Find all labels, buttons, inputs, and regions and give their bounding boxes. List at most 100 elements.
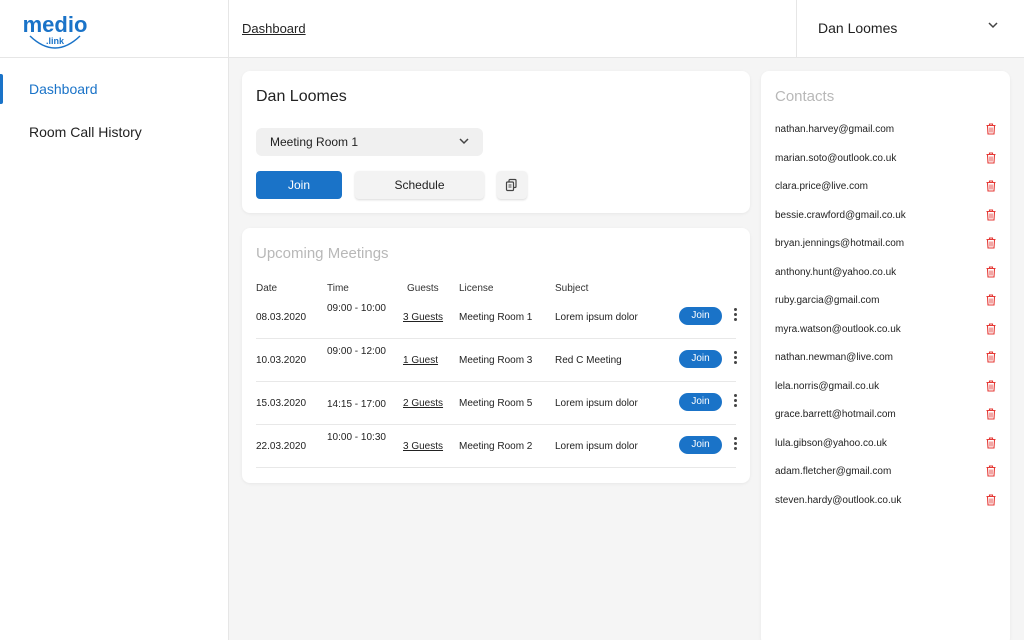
more-options-icon[interactable] — [732, 307, 738, 325]
contact-item: lela.norris@gmail.co.uk — [775, 378, 1000, 398]
sidebar-item-dashboard[interactable]: Dashboard — [0, 74, 229, 104]
meeting-subject: Lorem ipsum dolor — [555, 312, 638, 323]
more-options-icon[interactable] — [732, 393, 738, 411]
meeting-join-button[interactable]: Join — [679, 436, 722, 454]
upcoming-meetings-card: Upcoming Meetings Date Time Guests Licen… — [242, 228, 750, 483]
contact-email: ruby.garcia@gmail.com — [775, 295, 880, 306]
contact-item: nathan.newman@live.com — [775, 349, 1000, 369]
contact-email: bessie.crawford@gmail.co.uk — [775, 209, 906, 221]
meeting-join-button[interactable]: Join — [679, 393, 722, 411]
table-row: 15.03.2020 14:15 - 17:00 2 Guests Meetin… — [256, 382, 738, 425]
contacts-title: Contacts — [775, 88, 835, 105]
chevron-down-icon — [988, 22, 998, 29]
meeting-subject: Red C Meeting — [555, 355, 622, 366]
table-row: 22.03.2020 10:00 - 10:30 3 Guests Meetin… — [256, 425, 738, 468]
meeting-time: 14:15 - 17:00 — [327, 399, 386, 410]
copy-icon — [505, 178, 517, 192]
table-row: 08.03.2020 09:00 - 10:00 3 Guests Meetin… — [256, 296, 738, 339]
contact-item: grace.barrett@hotmail.com — [775, 406, 1000, 426]
contact-item: lula.gibson@yahoo.co.uk — [775, 435, 1000, 455]
trash-icon[interactable] — [986, 208, 996, 221]
contact-email: myra.watson@outlook.co.uk — [775, 323, 901, 335]
trash-icon[interactable] — [986, 408, 996, 420]
sidebar: Dashboard Room Call History — [0, 58, 229, 640]
sidebar-item-room-call-history[interactable]: Room Call History — [0, 117, 229, 147]
contact-email: marian.soto@outlook.co.uk — [775, 152, 897, 164]
trash-icon[interactable] — [986, 351, 996, 363]
contact-email: lula.gibson@yahoo.co.uk — [775, 437, 887, 449]
user-name: Dan Loomes — [818, 20, 898, 36]
meeting-license: Meeting Room 1 — [459, 312, 533, 323]
trash-icon[interactable] — [986, 123, 996, 135]
copy-link-button[interactable] — [497, 171, 527, 199]
meeting-subject: Lorem ipsum dolor — [555, 398, 638, 409]
contact-email: nathan.newman@live.com — [775, 352, 893, 363]
contact-email: anthony.hunt@yahoo.co.uk — [775, 266, 897, 278]
contact-email: clara.price@live.com — [775, 181, 868, 192]
trash-icon[interactable] — [986, 322, 996, 335]
meeting-date: 08.03.2020 — [256, 312, 307, 323]
contact-email: nathan.harvey@gmail.com — [775, 124, 895, 135]
meeting-join-button[interactable]: Join — [679, 350, 722, 368]
column-header-subject: Subject — [555, 283, 589, 294]
contact-item: ruby.garcia@gmail.com — [775, 292, 1000, 312]
column-header-guests: Guests — [407, 283, 439, 294]
meeting-license: Meeting Room 5 — [459, 398, 533, 409]
meeting-guests-link[interactable]: 3 Guests — [403, 441, 443, 452]
contact-item: nathan.harvey@gmail.com — [775, 121, 1000, 141]
trash-icon[interactable] — [986, 379, 996, 392]
trash-icon[interactable] — [986, 436, 996, 449]
contact-email: steven.hardy@outlook.co.uk — [775, 494, 902, 506]
meeting-time: 10:00 - 10:30 — [327, 432, 386, 443]
breadcrumb-dashboard[interactable]: Dashboard — [242, 21, 306, 36]
contact-item: steven.hardy@outlook.co.uk — [775, 492, 1000, 512]
sidebar-item-label: Dashboard — [29, 81, 98, 97]
logo-area: medio .link — [0, 0, 229, 58]
meeting-date: 10.03.2020 — [256, 355, 307, 366]
trash-icon[interactable] — [986, 237, 996, 249]
join-button[interactable]: Join — [256, 171, 342, 199]
contact-item: bryan.jennings@hotmail.com — [775, 235, 1000, 255]
logo-text: medio — [23, 12, 88, 37]
more-options-icon[interactable] — [732, 436, 738, 454]
contacts-card: Contacts nathan.harvey@gmail.com marian.s… — [761, 71, 1010, 640]
meeting-license: Meeting Room 2 — [459, 441, 533, 452]
meeting-license: Meeting Room 3 — [459, 355, 533, 366]
column-header-time: Time — [327, 283, 349, 294]
room-select[interactable]: Meeting Room 1 — [256, 128, 483, 156]
contact-item: adam.fletcher@gmail.com — [775, 463, 1000, 483]
contact-email: bryan.jennings@hotmail.com — [775, 238, 905, 249]
trash-icon[interactable] — [986, 294, 996, 306]
contact-email: lela.norris@gmail.co.uk — [775, 380, 880, 392]
contact-item: marian.soto@outlook.co.uk — [775, 150, 1000, 170]
trash-icon[interactable] — [986, 151, 996, 164]
contact-email: adam.fletcher@gmail.com — [775, 466, 892, 477]
trash-icon[interactable] — [986, 265, 996, 278]
meeting-guests-link[interactable]: 2 Guests — [403, 398, 443, 409]
meeting-date: 15.03.2020 — [256, 398, 307, 409]
sidebar-item-label: Room Call History — [29, 124, 142, 140]
contact-email: grace.barrett@hotmail.com — [775, 409, 896, 420]
meeting-guests-link[interactable]: 3 Guests — [403, 312, 443, 323]
meeting-time: 09:00 - 12:00 — [327, 346, 386, 357]
room-select-value: Meeting Room 1 — [270, 135, 359, 149]
meeting-time: 09:00 - 10:00 — [327, 303, 386, 314]
room-card-title: Dan Loomes — [256, 88, 347, 105]
table-row: 10.03.2020 09:00 - 12:00 1 Guest Meeting… — [256, 339, 738, 382]
top-bar: Dashboard Dan Loomes — [229, 0, 1024, 58]
logo-sub: .link — [46, 36, 65, 46]
chevron-down-icon — [459, 138, 469, 145]
meeting-guests-link[interactable]: 1 Guest — [403, 355, 438, 366]
trash-icon[interactable] — [986, 493, 996, 506]
meeting-join-button[interactable]: Join — [679, 307, 722, 325]
more-options-icon[interactable] — [732, 350, 738, 368]
upcoming-meetings-title: Upcoming Meetings — [256, 245, 389, 262]
column-header-license: License — [459, 283, 494, 294]
schedule-button[interactable]: Schedule — [355, 171, 484, 199]
meeting-subject: Lorem ipsum dolor — [555, 441, 638, 452]
contact-item: bessie.crawford@gmail.co.uk — [775, 207, 1000, 227]
trash-icon[interactable] — [986, 180, 996, 192]
user-menu[interactable]: Dan Loomes — [796, 0, 1024, 58]
room-card: Dan Loomes Meeting Room 1 Join Schedule — [242, 71, 750, 213]
trash-icon[interactable] — [986, 465, 996, 477]
